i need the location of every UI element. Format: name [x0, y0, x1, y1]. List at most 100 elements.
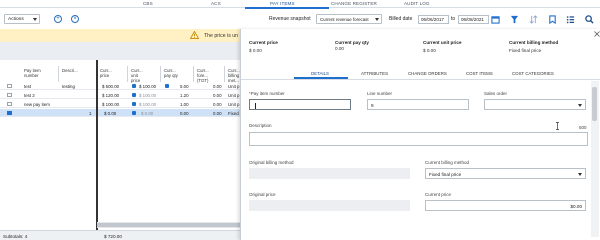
sales-order-select[interactable] — [484, 99, 586, 110]
pay-items-grid: Pay item number Descri... Curr... price … — [0, 60, 240, 230]
chevron-down-icon — [578, 173, 582, 176]
tab-cbs[interactable]: CBS — [143, 1, 153, 6]
col-header-current-billing-method[interactable]: Curr... billing met... — [228, 68, 240, 83]
cell-unit-price: $ 100.00 — [139, 83, 157, 89]
grid-header: Pay item number Descri... Curr... price … — [0, 64, 240, 84]
summary-pay-qty-value: 0.00 — [335, 46, 344, 51]
col-header-description[interactable]: Descri... — [62, 68, 84, 73]
original-billing-method-label: Original billing method — [249, 160, 294, 165]
current-billing-method-select[interactable]: Fixed final price — [425, 168, 586, 179]
scrollbar-thumb[interactable] — [97, 223, 240, 227]
cell-forecast: 0.00 — [213, 83, 222, 89]
lock-icon — [132, 101, 136, 106]
revenue-snapshot-value: Current revenue forecast — [320, 16, 369, 22]
original-price-field — [249, 200, 410, 211]
cancel-icon[interactable]: × — [71, 15, 79, 23]
pay-item-number-label-text: Pay item number — [250, 91, 285, 96]
column-divider — [58, 66, 59, 82]
cell-unit-price: $ 100.00 — [139, 92, 157, 98]
cell-price: $ 0.00 — [104, 110, 117, 116]
summary-billing-method-label: Current billing method — [509, 40, 559, 45]
scrollbar-thumb[interactable] — [592, 87, 597, 121]
subtotal-price: $ 720.00 — [104, 233, 122, 239]
revenue-snapshot-select[interactable]: Current revenue forecast — [316, 14, 382, 24]
actions-dropdown[interactable]: Actions — [4, 14, 40, 24]
description-textarea[interactable] — [249, 132, 588, 146]
calendar-icon[interactable] — [491, 15, 500, 24]
row-checkbox[interactable] — [7, 101, 12, 106]
pay-item-number-input[interactable] — [249, 99, 351, 110]
tab-details[interactable]: DETAILS — [311, 71, 329, 76]
text-cursor — [255, 102, 256, 109]
bookmark-icon[interactable] — [548, 15, 557, 24]
current-price-value: $0.00 — [570, 204, 583, 209]
original-billing-method-field — [249, 168, 410, 179]
table-row-selected[interactable]: 1 $ 0.00 $ 0.00 0.00 0.00 Fixed — [0, 109, 240, 117]
cell-pay-qty: 1.20 — [180, 92, 189, 98]
col-header-current-forecast[interactable]: Curr... fore... (TOT) — [197, 68, 211, 83]
cell-forecast: 0.00 — [213, 110, 222, 116]
table-row[interactable]: test 2 $ 120.00 $ 100.00 1.20 0.00 Unit … — [0, 91, 240, 99]
cell-description: testing — [62, 83, 75, 89]
cell-price: $ 120.00 — [102, 92, 120, 98]
horizontal-scrollbar[interactable] — [97, 222, 240, 228]
cell-price: $ 100.00 — [102, 101, 120, 107]
subtotals-label: Subtotals: 4 — [3, 233, 28, 239]
row-checkbox[interactable] — [7, 83, 12, 88]
cell-forecast: 0.00 — [213, 101, 222, 107]
cell-billing-method: Unit p — [228, 101, 240, 107]
panel-vertical-scrollbar[interactable] — [591, 81, 599, 237]
search-icon[interactable] — [585, 15, 594, 24]
col-header-pay-item-number[interactable]: Pay item number — [24, 68, 50, 78]
tab-acs[interactable]: ACS — [211, 1, 221, 6]
tab-attributes[interactable]: ATTRIBUTES — [361, 71, 388, 76]
list-view-icon[interactable] — [566, 15, 575, 24]
cell-billing-method: Unit p — [228, 92, 240, 98]
add-icon[interactable]: + — [54, 15, 62, 23]
cell-pay-item-number: new pay item — [24, 101, 50, 107]
chevron-down-icon — [375, 18, 379, 21]
description-label: Description — [249, 123, 272, 128]
sort-icon[interactable] — [529, 15, 538, 24]
revenue-snapshot-label: Revenue snapshot — [269, 16, 311, 22]
chevron-down-icon — [33, 18, 37, 21]
cell-unit-price: $ 100.00 — [139, 101, 157, 107]
tab-audit-log[interactable]: AUDIT LOG — [404, 1, 430, 6]
tab-change-orders[interactable]: CHANGE ORDERS — [408, 71, 447, 76]
current-billing-method-label: Current billing method — [425, 160, 470, 165]
column-divider — [127, 66, 128, 82]
lock-icon — [132, 92, 136, 97]
cell-unit-price: $ 0.00 — [141, 110, 154, 116]
cell-billing-method: Unit p — [228, 83, 240, 89]
tab-change-register[interactable]: CHANGE REGISTER — [331, 1, 377, 6]
row-checkbox[interactable] — [7, 92, 12, 97]
col-header-current-unit-price[interactable]: Curr... unit price — [131, 68, 147, 83]
warning-icon — [190, 31, 199, 39]
current-price-input[interactable]: $0.00 — [425, 200, 586, 211]
col-header-current-pay-qty[interactable]: Curr... pay qty — [164, 68, 178, 78]
tab-pay-items[interactable]: PAY ITEMS — [270, 1, 295, 6]
original-price-label: Original price — [249, 192, 276, 197]
tabs-divider — [241, 79, 600, 80]
row-checkbox-checked[interactable] — [7, 110, 12, 115]
tab-cost-categories[interactable]: COST CATEGORIES — [512, 71, 554, 76]
billed-date-from-input[interactable]: 06/06/2017 — [418, 14, 449, 24]
summary-current-price-value: $ 0.00 — [249, 48, 262, 53]
summary-billing-method-value: Fixed final price — [509, 48, 542, 53]
summary-pay-qty-label: Current pay qty — [335, 40, 369, 45]
close-icon[interactable] — [594, 31, 600, 37]
billed-date-to-input[interactable]: 06/08/2021 — [458, 14, 489, 24]
lock-icon — [165, 83, 169, 88]
frozen-column-divider[interactable] — [96, 60, 98, 230]
filter-icon[interactable] — [510, 15, 519, 24]
column-divider — [224, 66, 225, 82]
table-row[interactable]: new pay item $ 100.00 $ 100.00 1.00 0.00… — [0, 100, 240, 108]
row-index: 1 — [89, 110, 92, 116]
table-row[interactable]: test testing $ 500.00 $ 100.00 5.00 0.00… — [0, 82, 240, 90]
cell-forecast: 0.00 — [213, 92, 222, 98]
cell-price: $ 500.00 — [102, 83, 120, 89]
line-number-input[interactable]: 9 — [367, 99, 469, 110]
col-header-current-price[interactable]: Curr... price — [100, 68, 116, 78]
tab-cost-items[interactable]: COST ITEMS — [466, 71, 493, 76]
warning-message: The price is un — [204, 32, 239, 39]
